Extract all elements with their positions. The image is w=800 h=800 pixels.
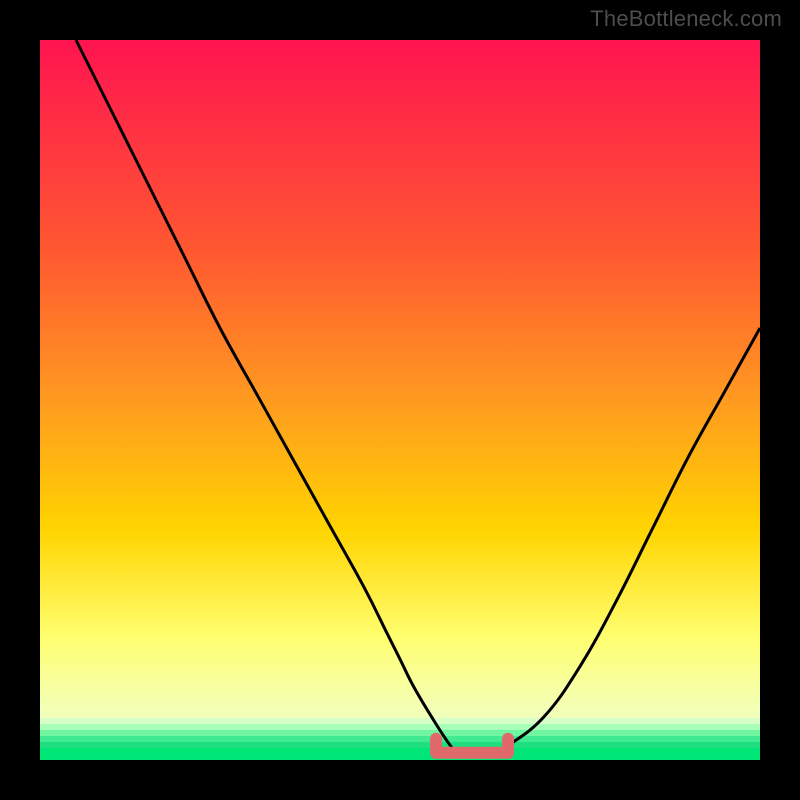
green-bands [40,718,760,760]
chart-svg [40,40,760,760]
chart-frame: TheBottleneck.com [0,0,800,800]
watermark-text: TheBottleneck.com [590,6,782,32]
gradient-background [40,40,760,760]
plot-area [40,40,760,760]
